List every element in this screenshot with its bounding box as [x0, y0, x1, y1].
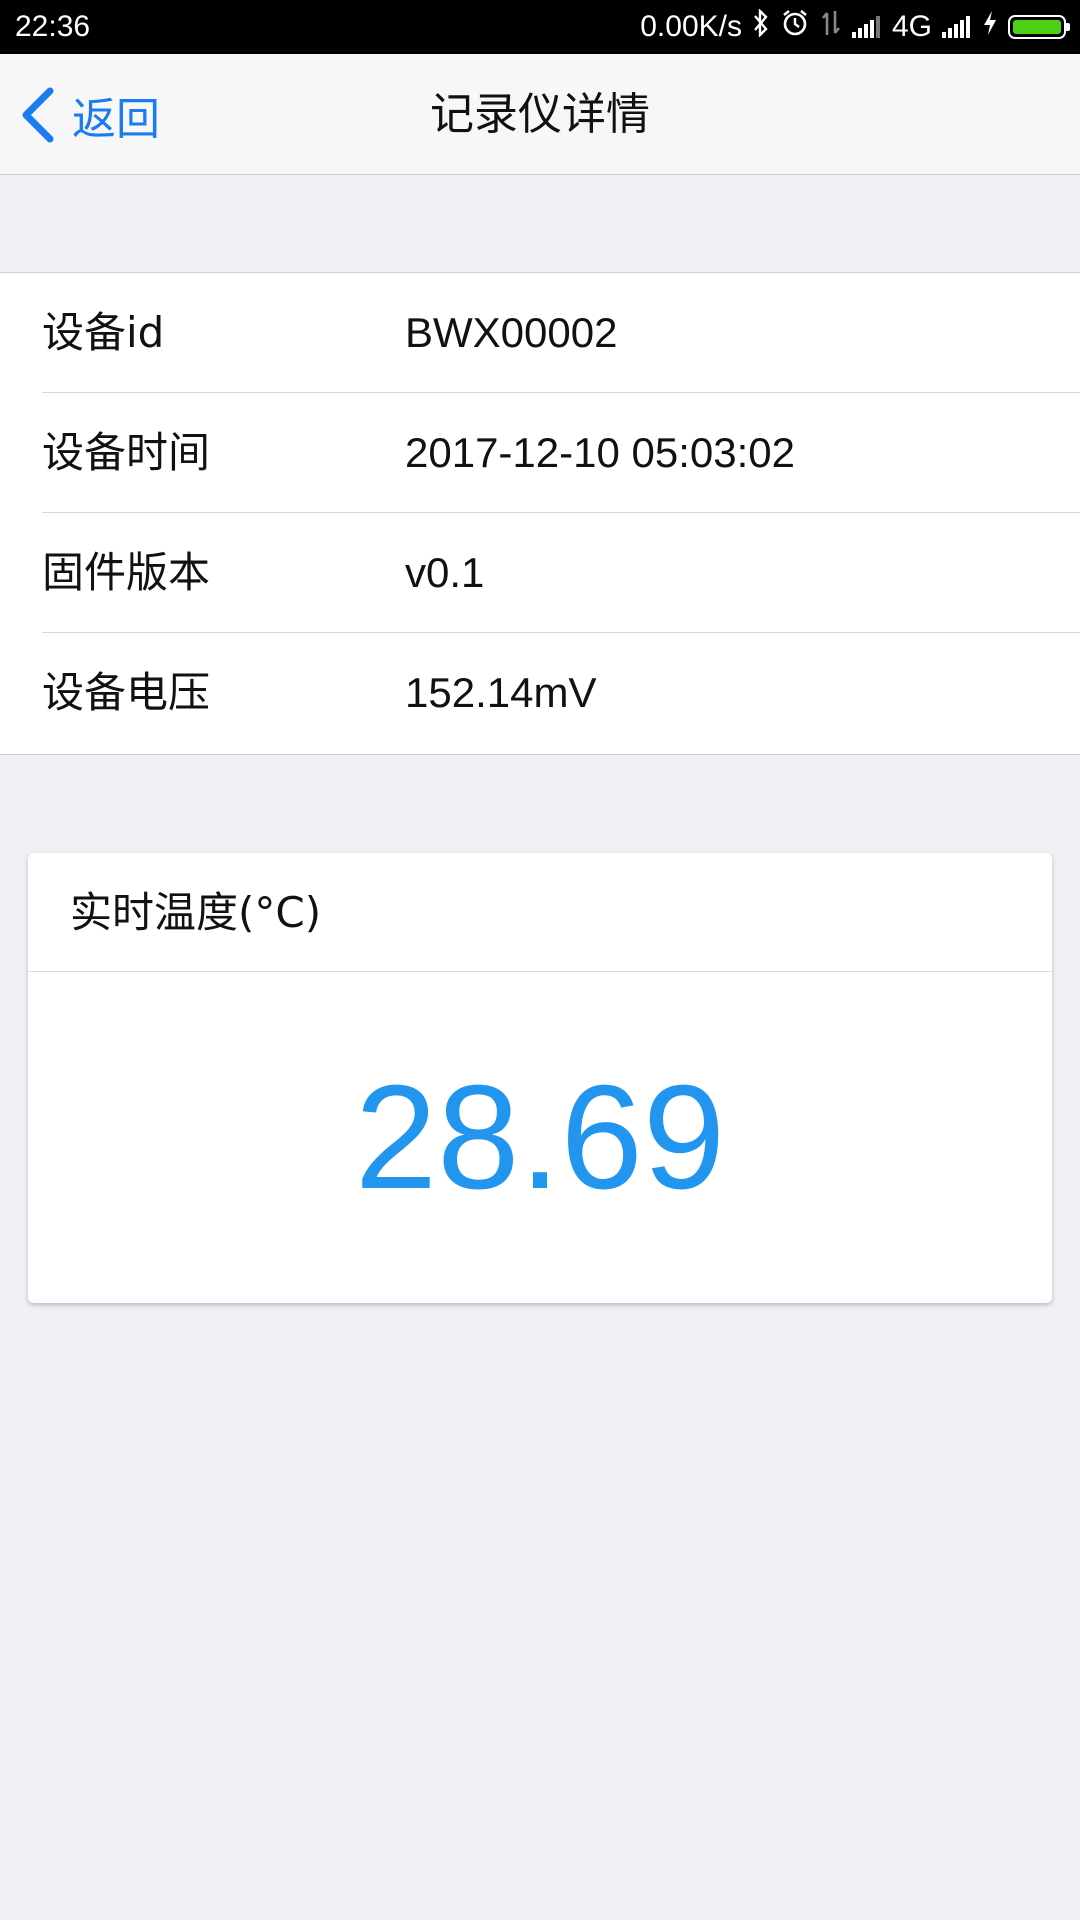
info-label: 设备电压: [42, 668, 211, 717]
nav-bar: 返回 记录仪详情: [0, 54, 1080, 175]
status-icons: 0.00K/s 4G: [630, 0, 1070, 54]
info-label: 设备时间: [42, 428, 211, 477]
network-type: 4G: [891, 10, 932, 43]
signal-icon-2: [942, 16, 972, 38]
info-value: 152.14mV: [405, 669, 597, 716]
info-value: 2017-12-10 05:03:02: [405, 429, 795, 476]
info-value: BWX00002: [405, 309, 618, 356]
info-value: v0.1: [405, 549, 485, 596]
status-bar: 22:36 0.00K/s 4G: [0, 0, 1080, 54]
alarm-icon: [780, 8, 810, 46]
temperature-card: 实时温度(°C) 28.69: [28, 853, 1052, 1303]
info-row-device-time: 设备时间 2017-12-10 05:03:02: [42, 393, 1080, 513]
info-row-firmware-version: 固件版本 v0.1: [42, 513, 1080, 633]
signal-icon: [851, 16, 882, 38]
temperature-card-title: 实时温度(°C): [28, 853, 1052, 972]
device-info-list: 设备id BWX00002 设备时间 2017-12-10 05:03:02 固…: [0, 272, 1080, 755]
info-row-device-id: 设备id BWX00002: [42, 273, 1080, 393]
info-label: 设备id: [42, 308, 165, 357]
page-title: 记录仪详情: [430, 89, 650, 140]
charging-icon: [982, 9, 998, 45]
bluetooth-icon: [752, 8, 770, 45]
info-row-device-voltage: 设备电压 152.14mV: [42, 633, 1080, 754]
data-arrows-icon: [820, 9, 842, 45]
network-speed: 0.00K/s: [640, 10, 742, 43]
temperature-value: 28.69: [354, 1055, 726, 1220]
battery-icon: [1008, 15, 1070, 39]
status-time: 22:36: [15, 10, 91, 43]
info-label: 固件版本: [42, 548, 211, 597]
